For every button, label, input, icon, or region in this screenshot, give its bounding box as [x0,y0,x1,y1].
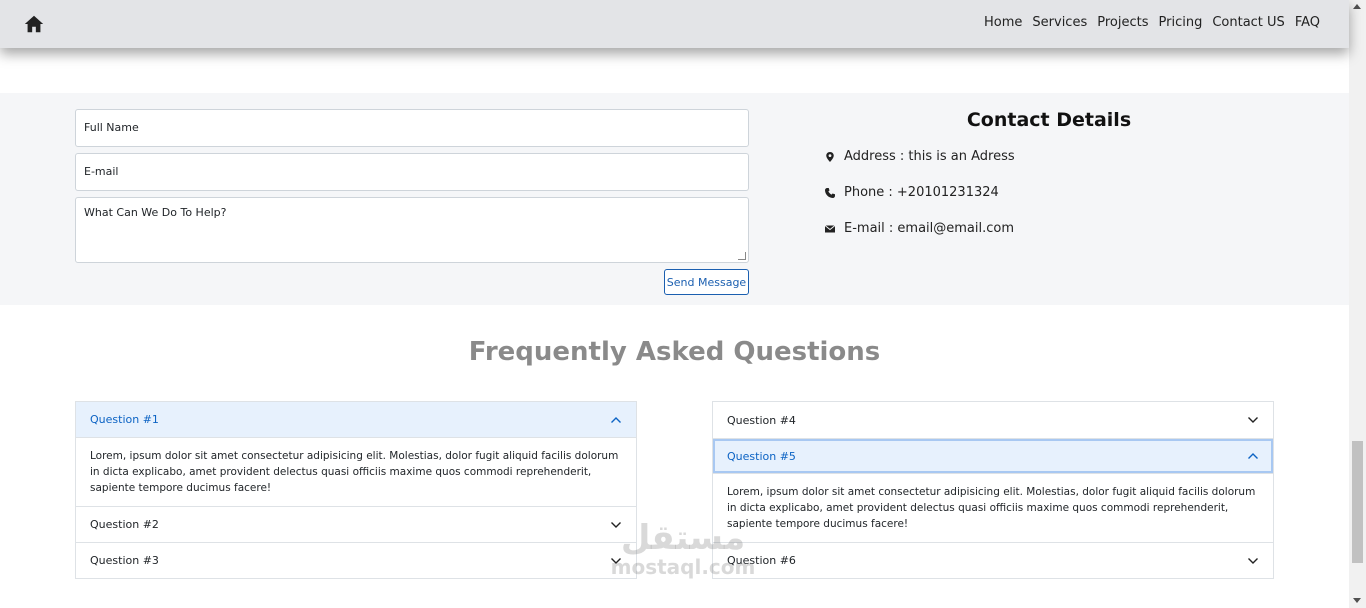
faq-answer-5: Lorem, ipsum dolor sit amet consectetur … [727,486,1256,530]
nav-faq[interactable]: FAQ [1295,15,1320,30]
map-marker-icon [826,151,834,162]
chevron-down-icon [1248,417,1258,423]
phone-icon [825,187,835,198]
faq-question-3[interactable]: Question #3 [76,542,636,578]
nav-contact[interactable]: Contact US [1212,15,1284,30]
question-label: Question #6 [727,554,796,567]
question-label: Question #5 [727,449,796,463]
contact-section: Full Name E-mail What Can We Do To Help?… [0,93,1349,305]
faq-question-5[interactable]: Question #5 [713,438,1273,474]
chevron-down-icon [1248,557,1258,564]
address-detail: Address : this is an Adress [824,149,1015,164]
nav-services[interactable]: Services [1032,15,1087,30]
question-label: Question #2 [90,518,159,531]
chevron-up-icon [1248,453,1258,459]
question-label: Question #4 [727,413,796,427]
full-name-input[interactable]: Full Name [75,109,749,147]
chevron-up-icon [611,416,621,423]
home-icon[interactable] [23,13,45,35]
email-detail: E-mail : email@email.com [824,221,1014,236]
faq-title: Frequently Asked Questions [468,337,881,367]
scrollbar-thumb[interactable] [1352,441,1363,563]
chevron-down-icon [611,521,621,528]
question-label: Question #3 [90,554,159,567]
contact-details-title: Contact Details [966,109,1132,131]
page-scrollbar[interactable] [1349,0,1366,608]
email-text: E-mail : email@email.com [844,221,1015,236]
chevron-down-icon [611,557,621,564]
phone-detail: Phone : +20101231324 [824,185,999,200]
faq-question-2[interactable]: Question #2 [76,506,636,542]
resize-handle[interactable] [738,252,746,260]
envelope-icon [824,224,836,232]
question-label: Question #1 [90,413,159,426]
faq-answer-1: Lorem, ipsum dolor sit amet consectetur … [90,450,619,494]
phone-text: Phone : +20101231324 [844,185,999,200]
email-input[interactable]: E-mail [75,153,749,191]
address-text: Address : this is an Adress [844,149,1015,164]
faq-question-6[interactable]: Question #6 [713,542,1273,578]
message-placeholder: What Can We Do To Help? [84,206,227,219]
send-message-button[interactable]: Send Message [664,269,749,295]
faq-accordion-right: Question #4 Question #5 Lorem, ipsum dol… [712,401,1274,579]
nav-home[interactable]: Home [984,15,1022,30]
message-textarea[interactable]: What Can We Do To Help? [75,197,749,263]
nav-pricing[interactable]: Pricing [1159,15,1203,30]
scroll-down-arrow-icon[interactable] [1353,598,1361,603]
nav-projects[interactable]: Projects [1097,15,1148,30]
nav-links: Home Services Projects Pricing Contact U… [984,15,1320,30]
faq-question-1[interactable]: Question #1 [76,402,636,438]
scroll-up-arrow-icon[interactable] [1353,4,1361,9]
faq-question-4[interactable]: Question #4 [713,402,1273,438]
faq-accordion-left: Question #1 Lorem, ipsum dolor sit amet … [75,401,637,579]
navbar: Home Services Projects Pricing Contact U… [0,0,1349,48]
